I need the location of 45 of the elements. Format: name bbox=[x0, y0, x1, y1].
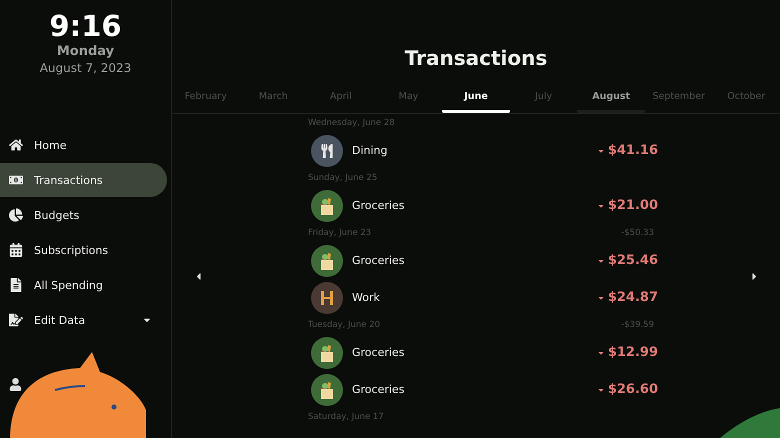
category-label: Groceries bbox=[352, 254, 406, 267]
amount: $26.60 bbox=[608, 382, 658, 397]
grocery-bag-icon bbox=[319, 344, 335, 362]
user-icon bbox=[9, 378, 22, 391]
amount: $41.16 bbox=[608, 143, 658, 158]
nav-item[interactable]: Subscriptions bbox=[0, 233, 167, 267]
category-label: Groceries bbox=[352, 346, 406, 359]
day-total: -$39.59 bbox=[621, 320, 654, 330]
corner-shape-drawing bbox=[720, 408, 780, 438]
calendar-icon bbox=[8, 243, 24, 257]
page-title: Transactions bbox=[404, 46, 548, 70]
nav-item[interactable]: Edit Data bbox=[0, 303, 167, 337]
month-tab[interactable]: August bbox=[577, 82, 645, 113]
date-heading: Saturday, June 17 bbox=[308, 412, 384, 422]
document-icon bbox=[8, 278, 24, 292]
amount: $25.46 bbox=[608, 253, 658, 268]
nav-item[interactable]: Transactions bbox=[0, 163, 167, 197]
weekday-label: Monday bbox=[56, 44, 114, 59]
pie-chart-icon bbox=[8, 208, 24, 222]
amount: $12.99 bbox=[608, 345, 658, 360]
nav-item[interactable]: All Spending bbox=[0, 268, 167, 302]
amount: $21.00 bbox=[608, 198, 658, 213]
date-heading: Wednesday, June 28 bbox=[308, 118, 395, 128]
amount: $24.87 bbox=[608, 290, 658, 305]
date-heading: Sunday, June 25 bbox=[308, 173, 378, 183]
home-icon bbox=[8, 138, 24, 152]
nav-item[interactable]: Home bbox=[0, 128, 167, 162]
fork-knife-icon bbox=[319, 144, 335, 158]
nav-item[interactable]: Budgets bbox=[0, 198, 167, 232]
month-tab[interactable]: June bbox=[442, 82, 510, 113]
category-label: Groceries bbox=[352, 383, 406, 396]
day-total: -$50.33 bbox=[621, 228, 654, 238]
money-icon bbox=[8, 173, 24, 187]
grocery-bag-icon bbox=[319, 196, 335, 214]
grocery-bag-icon bbox=[319, 252, 335, 270]
category-label: Dining bbox=[352, 144, 389, 157]
category-label: Work bbox=[352, 291, 381, 304]
date-label: August 7, 2023 bbox=[40, 61, 132, 75]
workbench-icon bbox=[319, 290, 335, 306]
date-heading: Tuesday, June 20 bbox=[308, 320, 380, 330]
clock-time: 9:16 bbox=[49, 8, 122, 44]
category-label: Groceries bbox=[352, 199, 406, 212]
edit-document-icon bbox=[8, 313, 24, 327]
date-heading: Friday, June 23 bbox=[308, 228, 372, 238]
grocery-bag-icon bbox=[319, 380, 335, 398]
